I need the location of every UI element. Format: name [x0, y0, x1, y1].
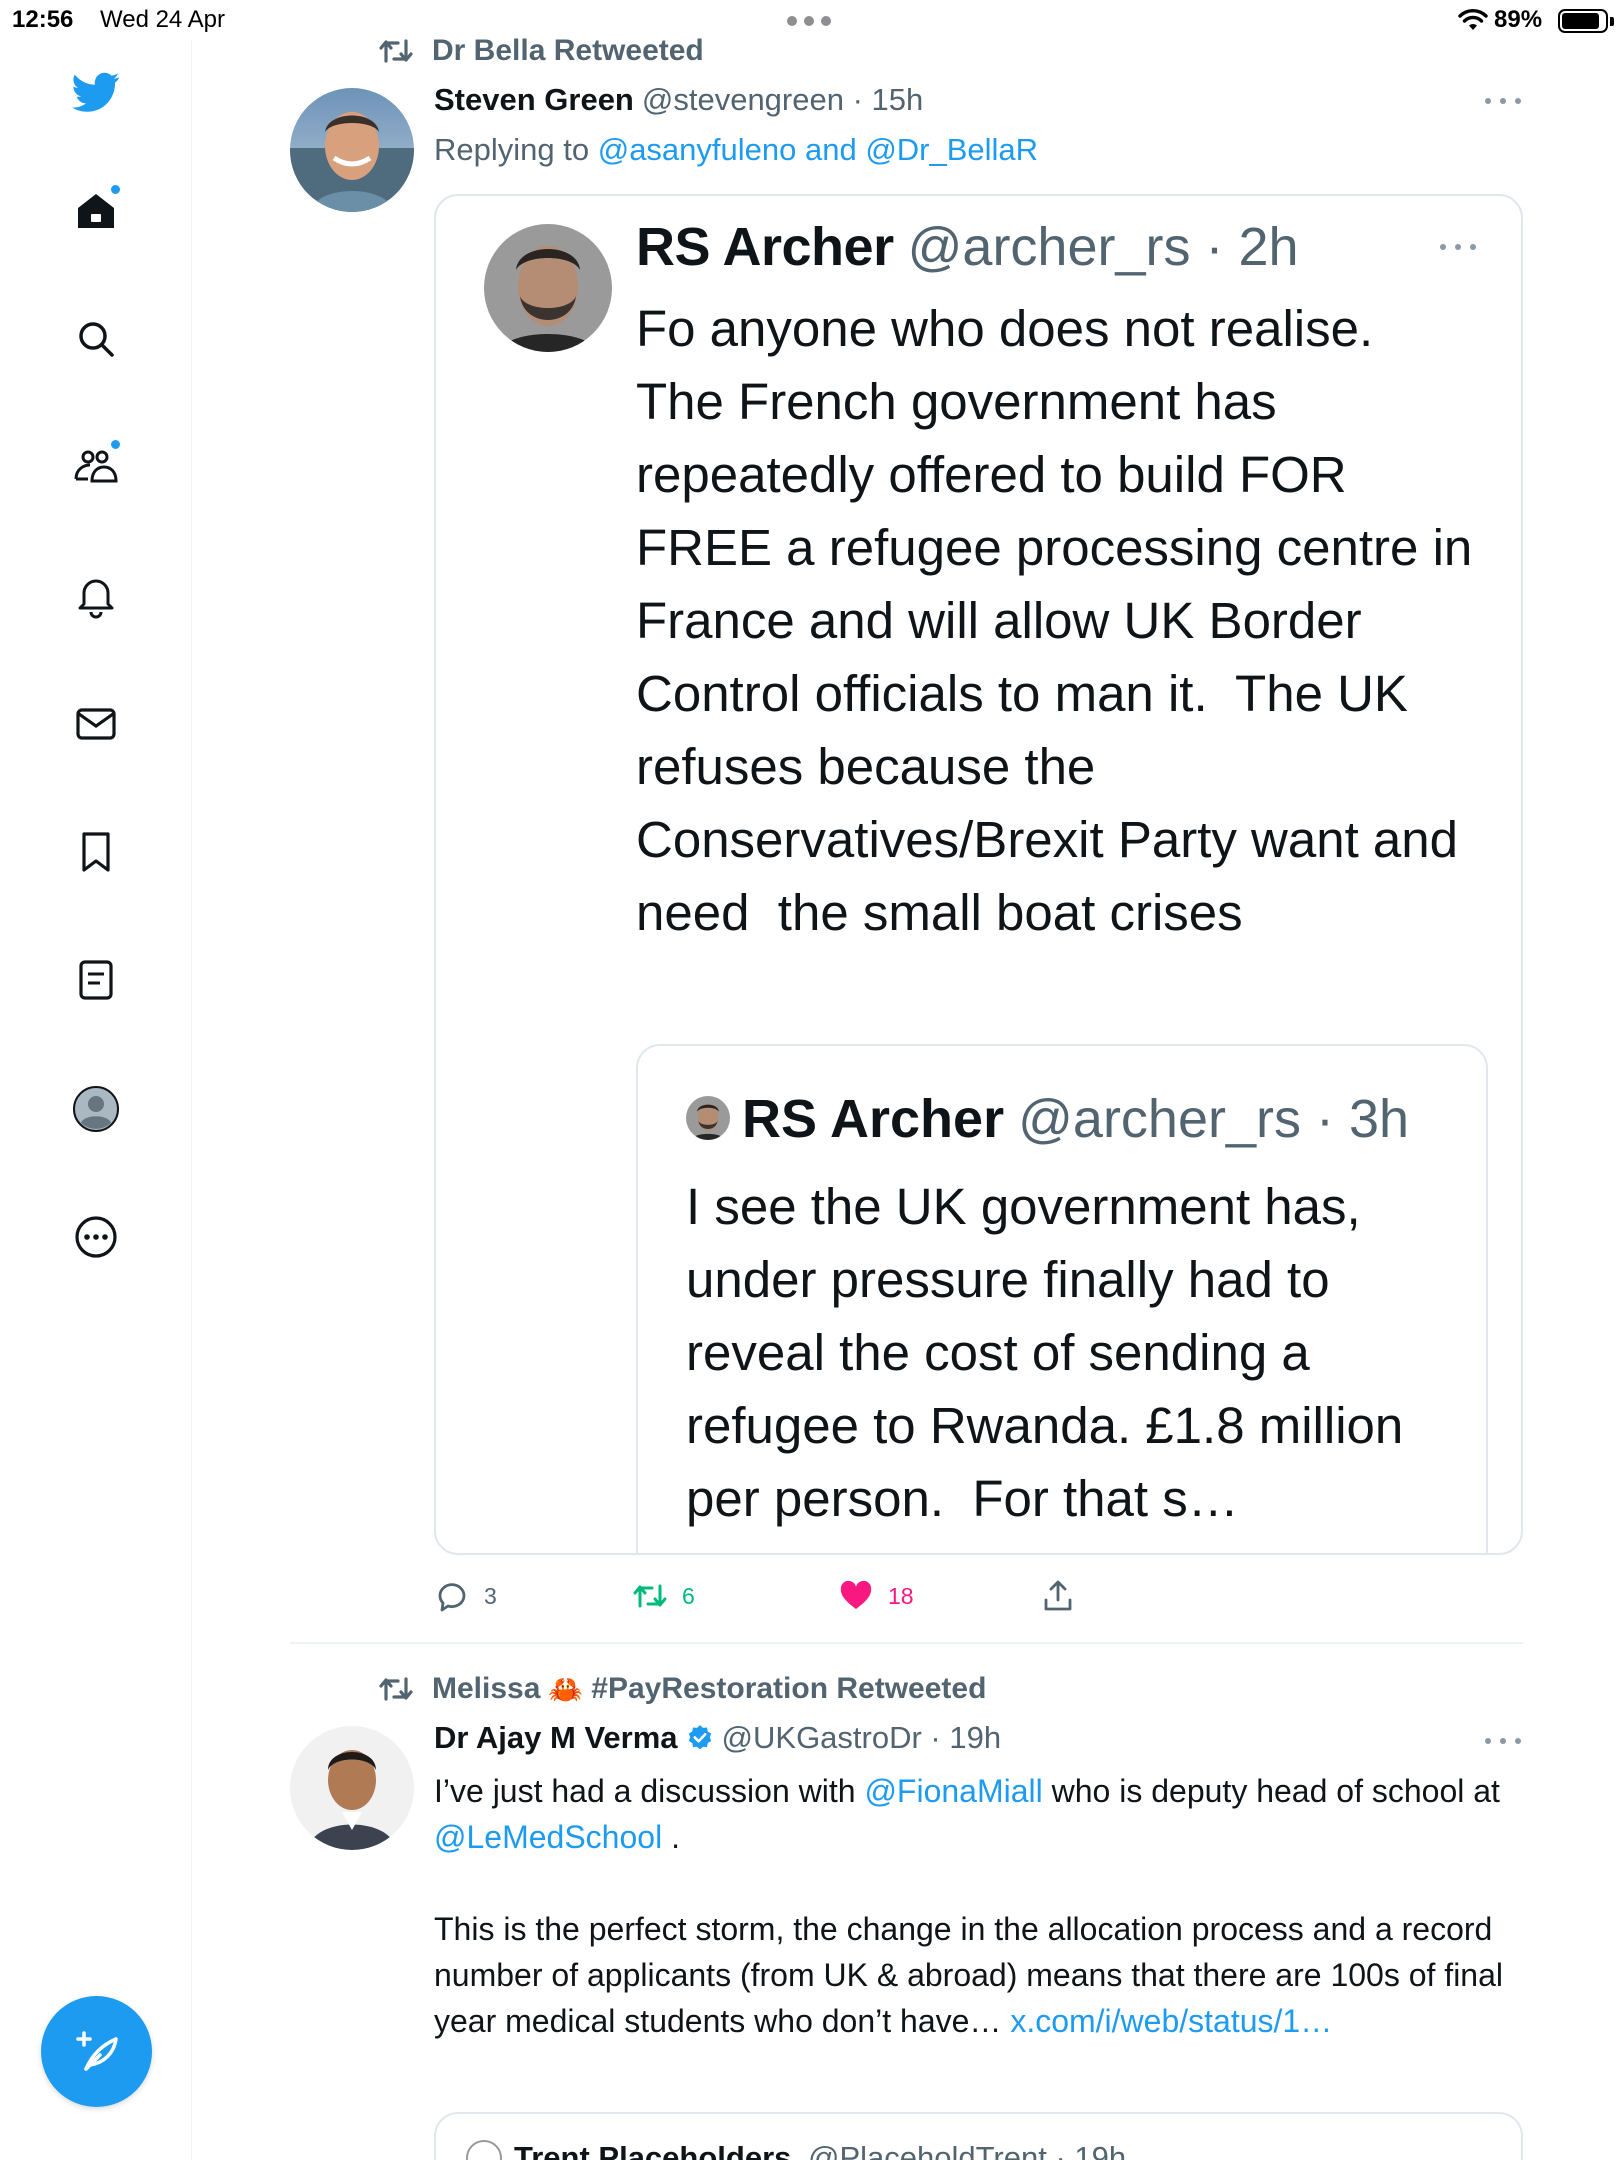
nested-author: RS Archer @archer_rs · 3h [742, 1088, 1409, 1150]
tweet2-author[interactable]: Dr Ajay M Verma @UKGastroDr · 19h [434, 1720, 1001, 1756]
replying-prefix: Replying to [434, 132, 590, 167]
tweet1-author[interactable]: Steven Green @stevengreen · 15h [434, 82, 923, 118]
quote-author-handle-time: @archer_rs · 2h [907, 217, 1299, 277]
like-button[interactable]: 18 [838, 1578, 914, 1614]
lists-icon[interactable] [66, 950, 126, 1010]
text-segment: who is deputy head of school at [1042, 1773, 1500, 1809]
twitter-logo-icon[interactable] [66, 62, 126, 122]
next-author: Trent Placeholders @PlaceholdTrent · 19h [514, 2140, 1126, 2160]
reply-button[interactable]: 3 [434, 1578, 497, 1614]
quote-author-name: RS Archer [636, 217, 894, 277]
like-count: 18 [888, 1582, 914, 1609]
retweet-count: 6 [682, 1582, 695, 1609]
quote-text: Fo anyone who does not realise. The Fren… [636, 300, 1473, 941]
more-icon[interactable] [66, 1207, 126, 1267]
nested-quoted-tweet-card[interactable]: RS Archer @archer_rs · 3h I see the UK g… [636, 1044, 1488, 1553]
status-date: Wed 24 Apr [100, 6, 225, 33]
author-handle-time-2[interactable]: @UKGastroDr · 19h [722, 1720, 1002, 1756]
text-segment: This is the perfect storm, the change in… [434, 1911, 1503, 2039]
avatar-rs-archer-small [686, 1096, 730, 1140]
show-more-link[interactable]: x.com/i/web/status/1… [1010, 2003, 1332, 2039]
next-author-name: Trent Placeholders [514, 2140, 792, 2160]
tweet1-actions: 3 6 18 [434, 1578, 1134, 1614]
nested-author-name: RS Archer [742, 1089, 1005, 1149]
reply-icon [438, 1583, 466, 1612]
tweet2-more-icon[interactable] [1485, 1738, 1521, 1746]
reply-count: 3 [484, 1582, 497, 1609]
avatar-steven-green[interactable] [290, 88, 414, 212]
status-bar: 12:56 Wed 24 Apr 89% [0, 0, 1620, 40]
heart-filled-icon [840, 1580, 872, 1609]
compose-tweet-icon [75, 2030, 118, 2071]
bookmarks-icon[interactable] [66, 822, 126, 882]
author-name[interactable]: Steven Green [434, 82, 634, 118]
text-segment: I’ve just had a discussion with [434, 1773, 865, 1809]
avatar-ajay-verma[interactable] [290, 1726, 414, 1850]
tweet2-paragraph-1: I’ve just had a discussion with @FionaMi… [434, 1768, 1524, 1860]
battery-icon [1558, 9, 1608, 33]
tweet-divider [290, 1642, 1523, 1644]
notifications-icon[interactable] [66, 566, 126, 626]
home-notification-dot [110, 184, 121, 195]
quote-more-icon[interactable] [1440, 244, 1476, 252]
compose-tweet-button[interactable] [41, 1996, 152, 2107]
retweet-icon [379, 1677, 413, 1701]
search-icon[interactable] [66, 309, 126, 369]
next-author-handle-time: @PlaceholdTrent · 19h [808, 2140, 1127, 2160]
retweet-icon [379, 39, 413, 63]
avatar-trent-placeholders [466, 2140, 502, 2160]
nested-author-handle-time: @archer_rs · 3h [1018, 1089, 1410, 1149]
verified-badge-icon [688, 1725, 711, 1750]
author-handle-time[interactable]: @stevengreen · 15h [642, 82, 923, 118]
replying-to: Replying to @asanyfuleno and @Dr_BellaR [434, 132, 1038, 168]
tweet2-paragraph-2: This is the perfect storm, the change in… [434, 1906, 1524, 2044]
quote-author: RS Archer @archer_rs · 2h [636, 216, 1299, 278]
avatar-rs-archer [484, 224, 612, 352]
quoted-tweet-card[interactable]: RS Archer @archer_rs · 2h Fo anyone who … [434, 194, 1523, 1555]
share-button[interactable] [1040, 1578, 1090, 1614]
retweet-action-icon [633, 1584, 667, 1608]
author-name-2[interactable]: Dr Ajay M Verma [434, 1720, 678, 1756]
profile-icon[interactable] [66, 1079, 126, 1139]
crab-emoji: 🦀 [548, 1673, 584, 1705]
sidebar-nav [0, 40, 192, 2160]
wifi-icon [1458, 9, 1488, 30]
nested-text: I see the UK government has, under press… [686, 1178, 1418, 1527]
share-icon [1044, 1580, 1072, 1611]
retweet-context: Dr Bella Retweeted [378, 34, 704, 68]
retweet-context-2: Melissa 🦀 #PayRestoration Retweeted [378, 1672, 986, 1706]
next-quoted-tweet-card[interactable]: Trent Placeholders @PlaceholdTrent · 19h [434, 2112, 1523, 2160]
communities-icon[interactable] [66, 437, 126, 497]
communities-notification-dot [110, 439, 121, 450]
status-time: 12:56 [12, 6, 74, 33]
mention-fiona-miall[interactable]: @FionaMiall [864, 1773, 1042, 1809]
retweet-button[interactable]: 6 [632, 1578, 695, 1614]
retweeted-by-label[interactable]: Dr Bella Retweeted [432, 34, 704, 68]
battery-percent: 89% [1494, 6, 1543, 33]
retweeted-by-name-2[interactable]: Melissa [432, 1672, 540, 1706]
retweeted-by-rest-2[interactable]: #PayRestoration Retweeted [591, 1672, 986, 1706]
mention-lemedschool[interactable]: @LeMedSchool [434, 1819, 662, 1855]
tweet1-more-icon[interactable] [1485, 98, 1521, 106]
battery-tip [1610, 17, 1614, 26]
home-icon[interactable] [66, 180, 126, 240]
replying-to-mentions[interactable]: @asanyfuleno and @Dr_BellaR [598, 132, 1038, 167]
multitasking-dots-icon[interactable] [787, 16, 831, 26]
text-segment: . [662, 1819, 680, 1855]
messages-icon[interactable] [66, 694, 126, 754]
